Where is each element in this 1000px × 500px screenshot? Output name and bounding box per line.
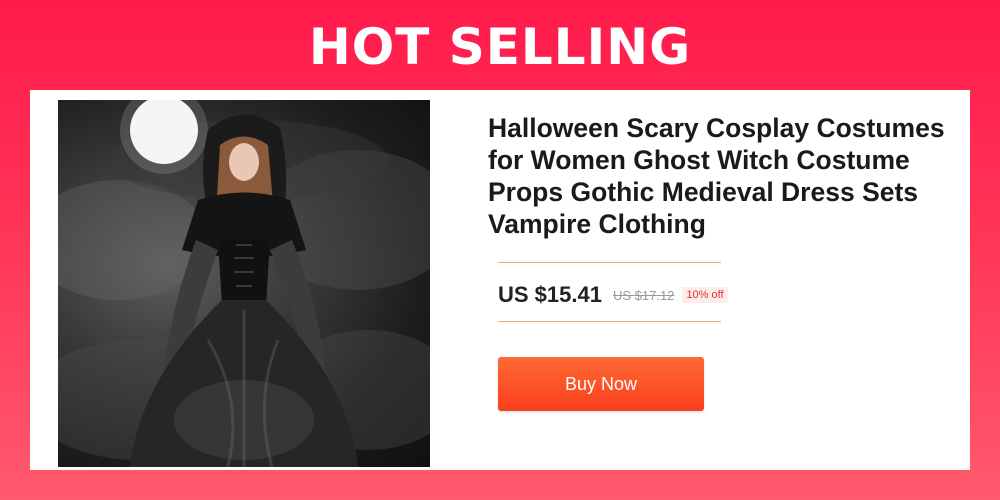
product-title[interactable]: Halloween Scary Cosplay Costumes for Wom…: [488, 112, 968, 240]
price-row: US $15.41 US $17.12 10% off: [498, 281, 728, 309]
price-divider-top: [498, 262, 721, 263]
product-image[interactable]: [58, 100, 430, 467]
product-image-illustration: [58, 100, 430, 467]
price-divider-bottom: [498, 321, 721, 322]
banner-title: HOT SELLING: [308, 18, 692, 76]
discount-badge: 10% off: [682, 287, 728, 303]
original-price: US $17.12: [612, 287, 675, 303]
product-card: Halloween Scary Cosplay Costumes for Wom…: [30, 90, 970, 470]
buy-now-button[interactable]: Buy Now: [498, 357, 704, 411]
current-price: US $15.41: [498, 282, 602, 307]
